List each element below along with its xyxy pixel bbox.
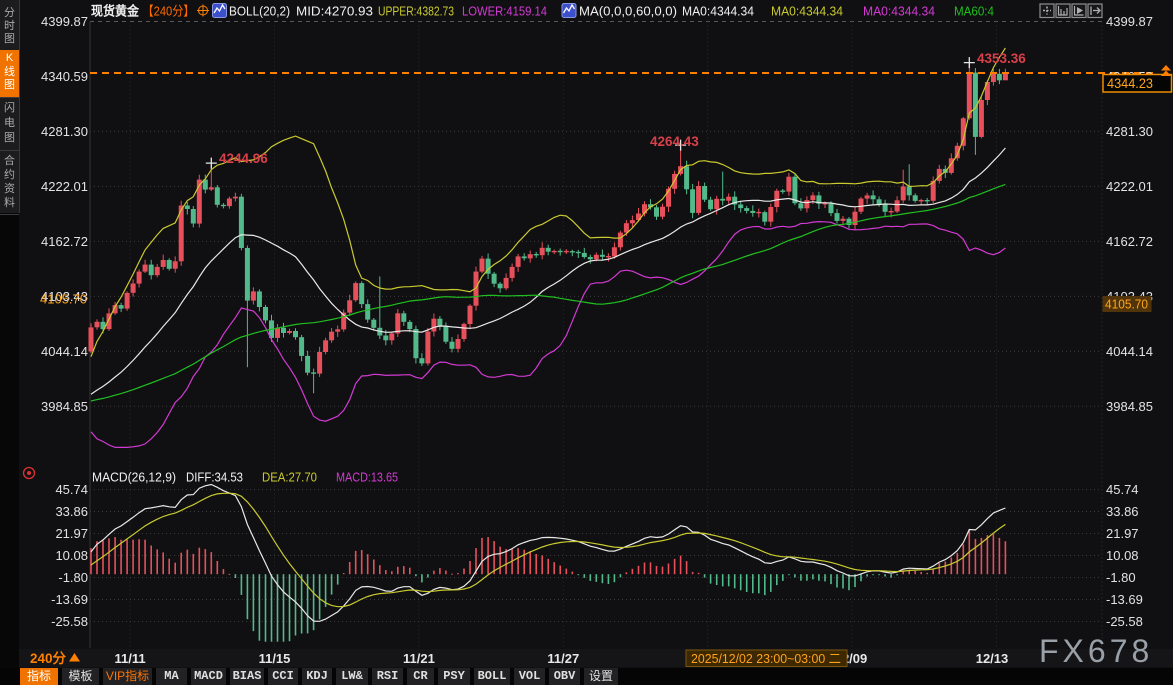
svg-text:LOWER:4159.14: LOWER:4159.14 xyxy=(462,5,547,19)
svg-text:DEA:27.70: DEA:27.70 xyxy=(262,471,317,485)
svg-text:-13.69: -13.69 xyxy=(51,592,88,607)
svg-text:-25.58: -25.58 xyxy=(1106,614,1143,629)
svg-text:4105.70: 4105.70 xyxy=(1105,297,1148,312)
svg-text:4340.59: 4340.59 xyxy=(41,69,88,84)
svg-text:3984.85: 3984.85 xyxy=(1106,399,1153,414)
svg-text:4281.30: 4281.30 xyxy=(41,124,88,139)
svg-text:33.86: 33.86 xyxy=(55,504,88,519)
svg-text:10.08: 10.08 xyxy=(55,548,88,563)
svg-text:45.74: 45.74 xyxy=(55,482,88,497)
svg-text:11/21: 11/21 xyxy=(403,651,435,666)
svg-text:21.97: 21.97 xyxy=(55,526,88,541)
svg-text:4281.30: 4281.30 xyxy=(1106,124,1153,139)
svg-text:MACD(26,12,9): MACD(26,12,9) xyxy=(92,471,176,485)
svg-text:MA0:4344.34: MA0:4344.34 xyxy=(863,5,935,19)
svg-text:2025/12/02 23:00~03:00 二: 2025/12/02 23:00~03:00 二 xyxy=(691,651,841,666)
svg-text:-1.80: -1.80 xyxy=(1106,570,1136,585)
svg-text:11/11: 11/11 xyxy=(115,651,146,666)
svg-text:MID:4270.93: MID:4270.93 xyxy=(296,5,373,19)
svg-text:3984.85: 3984.85 xyxy=(41,399,88,414)
svg-text:4105.70: 4105.70 xyxy=(40,291,87,306)
svg-text:DIFF:34.53: DIFF:34.53 xyxy=(186,471,243,485)
svg-text:33.86: 33.86 xyxy=(1106,504,1139,519)
svg-text:4264.43: 4264.43 xyxy=(650,134,699,149)
svg-text:4222.01: 4222.01 xyxy=(41,179,88,194)
svg-text:12/13: 12/13 xyxy=(976,651,1009,666)
svg-text:4353.36: 4353.36 xyxy=(977,51,1026,66)
svg-text:11/15: 11/15 xyxy=(259,651,291,666)
svg-text:UPPER:4382.73: UPPER:4382.73 xyxy=(378,5,454,19)
svg-text:-13.69: -13.69 xyxy=(1106,592,1143,607)
svg-text:BOLL(20,2): BOLL(20,2) xyxy=(229,5,290,19)
svg-text:4044.14: 4044.14 xyxy=(41,344,88,359)
svg-text:240分: 240分 xyxy=(30,651,67,666)
svg-text:MA(0,0,0,60,0,0): MA(0,0,0,60,0,0) xyxy=(579,5,677,19)
svg-text:MA0:4344.34: MA0:4344.34 xyxy=(682,5,754,19)
svg-text:现货黄金: 现货黄金 xyxy=(91,4,140,19)
svg-text:4162.72: 4162.72 xyxy=(41,234,88,249)
svg-text:4344.23: 4344.23 xyxy=(1107,76,1153,91)
svg-text:-1.80: -1.80 xyxy=(58,570,88,585)
svg-text:MA60:4: MA60:4 xyxy=(954,5,994,19)
svg-text:4222.01: 4222.01 xyxy=(1106,179,1153,194)
svg-text:4399.87: 4399.87 xyxy=(41,14,88,29)
svg-text:4162.72: 4162.72 xyxy=(1106,234,1153,249)
svg-text:11/27: 11/27 xyxy=(547,651,579,666)
svg-text:FX678: FX678 xyxy=(1039,633,1153,669)
svg-text:MACD:13.65: MACD:13.65 xyxy=(336,471,398,485)
svg-text:【240分】: 【240分】 xyxy=(143,4,195,19)
svg-text:10.08: 10.08 xyxy=(1106,548,1139,563)
svg-text:21.97: 21.97 xyxy=(1106,526,1139,541)
svg-text:MA0:4344.34: MA0:4344.34 xyxy=(771,5,843,19)
svg-text:4399.87: 4399.87 xyxy=(1106,14,1153,29)
svg-text:45.74: 45.74 xyxy=(1106,482,1139,497)
svg-text:-25.58: -25.58 xyxy=(51,614,88,629)
svg-text:4044.14: 4044.14 xyxy=(1106,344,1153,359)
svg-text:4244.96: 4244.96 xyxy=(219,151,268,166)
